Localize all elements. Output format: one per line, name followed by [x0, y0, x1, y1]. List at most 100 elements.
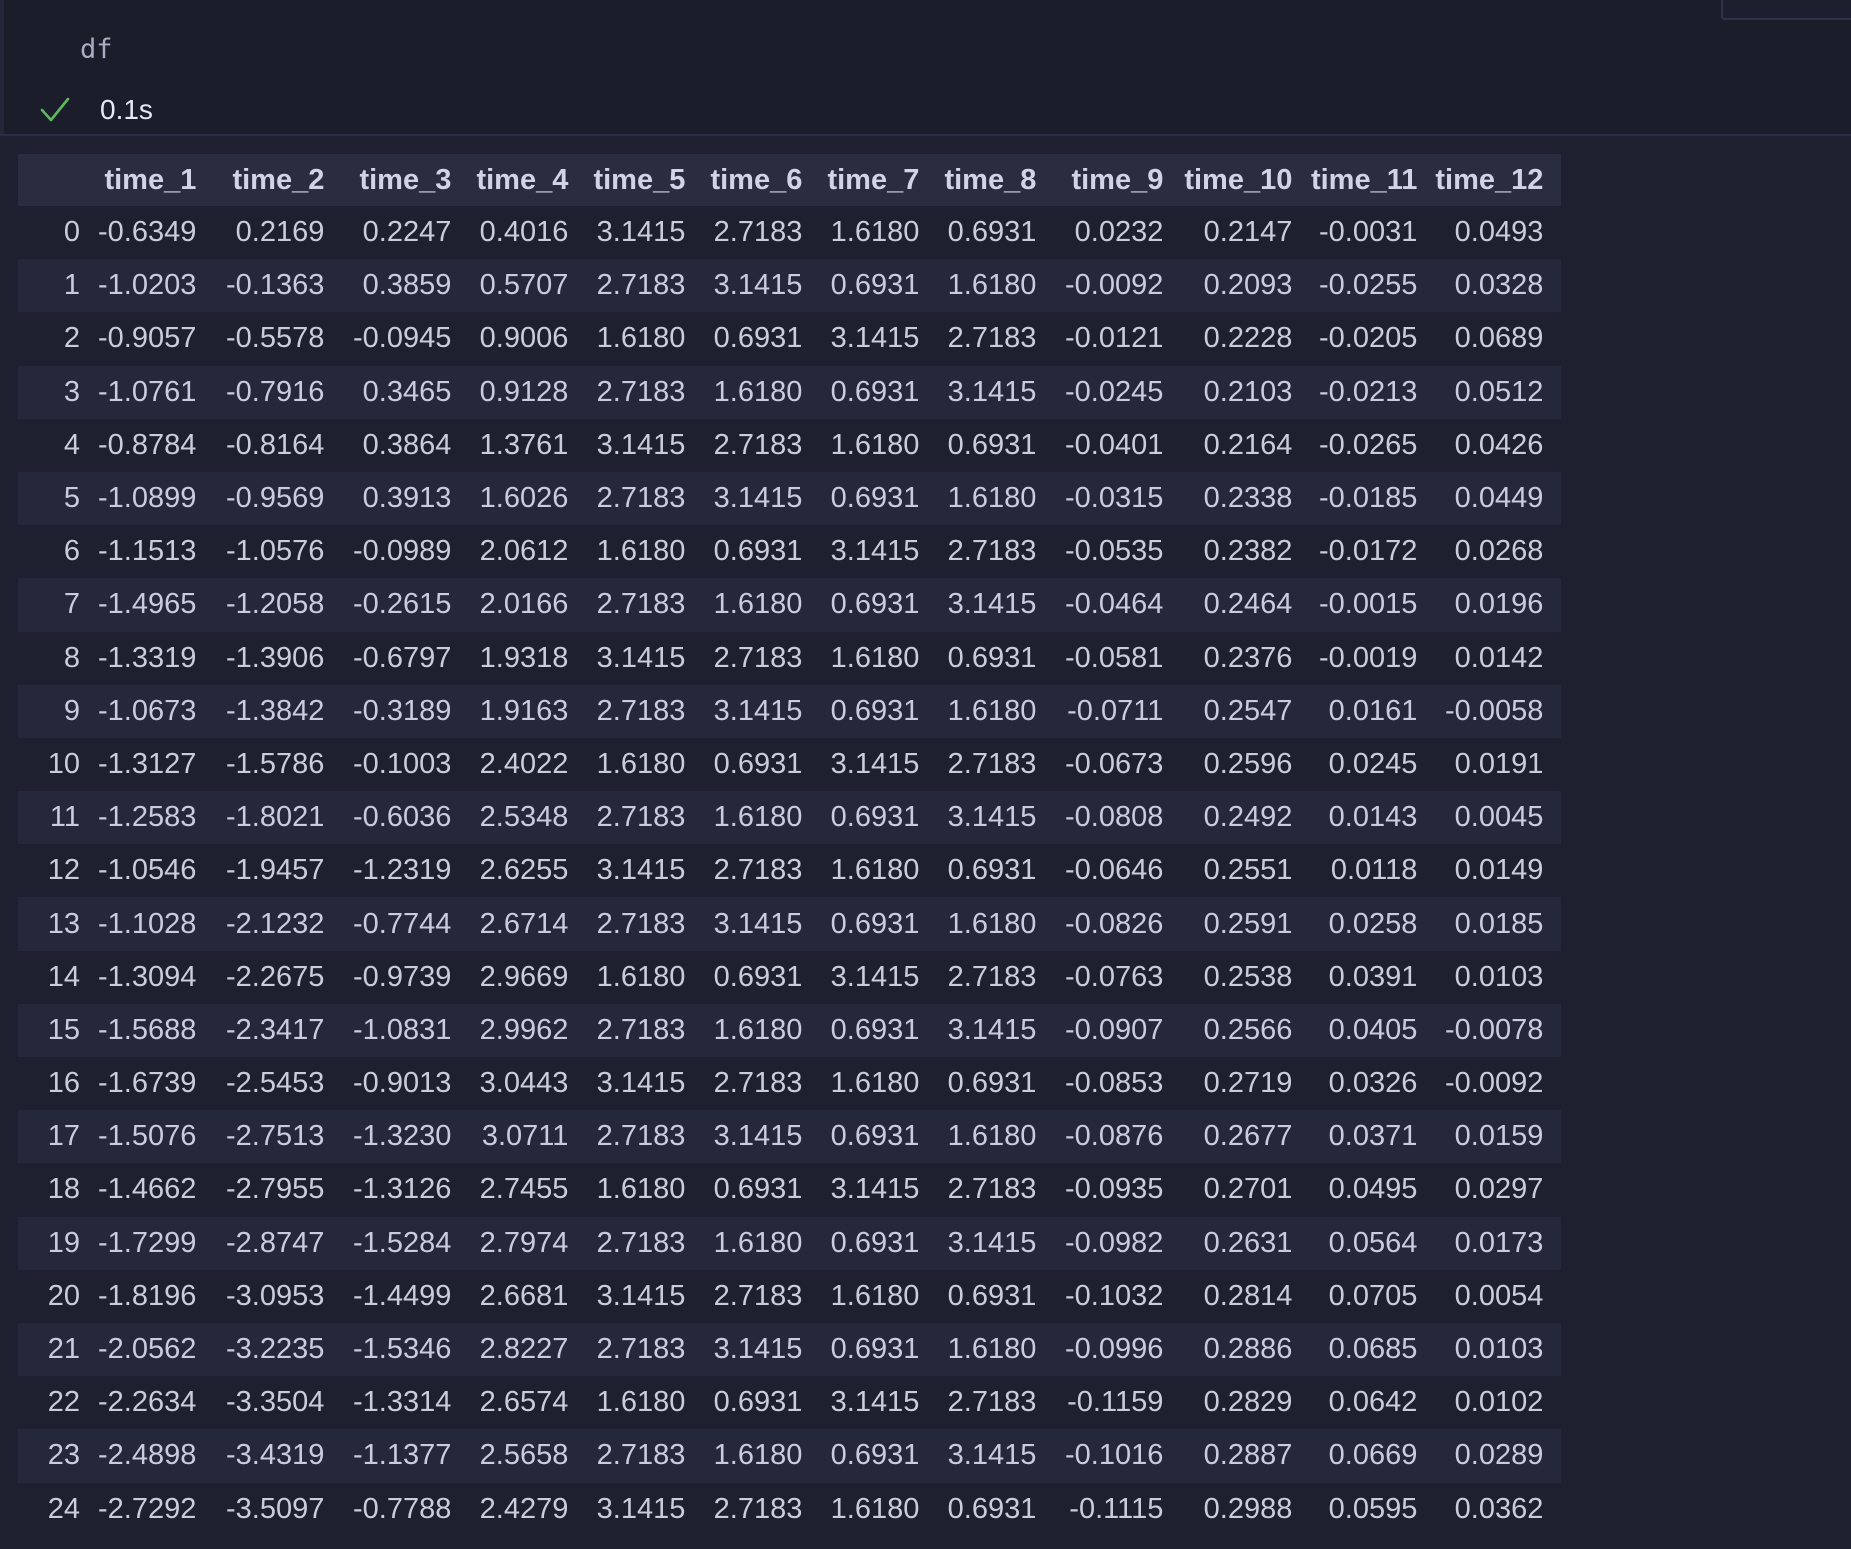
table-row: 19 -1.7299 -2.8747 -1.5284 2.7974 2.7183 1.618… — [18, 1216, 1562, 1270]
code-cell[interactable]: df 0.1s — [0, 0, 1851, 136]
table-cell: 0.6931 — [947, 1067, 1037, 1100]
table-cell: -2.3417 — [226, 1013, 325, 1046]
row-index: 8 — [63, 641, 80, 674]
column-header: time_11 — [1310, 154, 1436, 206]
table-cell: 0.0495 — [1328, 1173, 1418, 1206]
table-cell: 1.9318 — [479, 641, 569, 674]
table-row: 8 -1.3319 -1.3906 -0.6797 1.9318 3.1415 2.7183… — [18, 631, 1562, 685]
table-cell: 1.6180 — [830, 1492, 920, 1525]
table-cell: -0.0763 — [1065, 960, 1164, 993]
table-cell: -1.0831 — [353, 1013, 452, 1046]
row-index: 24 — [47, 1492, 80, 1525]
table-cell: 2.7183 — [713, 216, 803, 249]
row-index: 2 — [63, 322, 80, 355]
table-cell: -0.6349 — [98, 216, 197, 249]
table-cell: 2.7183 — [596, 1226, 686, 1259]
table-cell: 3.1415 — [596, 641, 686, 674]
table-cell: 3.0443 — [479, 1067, 569, 1100]
table-cell: 0.0159 — [1454, 1120, 1544, 1153]
table-cell: 0.6931 — [830, 269, 920, 302]
table-cell: 2.0612 — [479, 535, 569, 568]
table-cell: 0.6931 — [713, 747, 803, 780]
table-cell: -0.1363 — [226, 269, 325, 302]
table-cell: -0.0213 — [1319, 375, 1418, 408]
table-cell: 2.7183 — [713, 1279, 803, 1312]
table-cell: 0.0595 — [1328, 1492, 1418, 1525]
table-cell: 1.6180 — [713, 1439, 803, 1472]
table-cell: -1.0673 — [98, 694, 197, 727]
table-cell: -1.8021 — [226, 801, 325, 834]
table-row: 12 -1.0546 -1.9457 -1.2319 2.6255 3.1415 2.718… — [18, 844, 1562, 898]
table-cell: -0.0646 — [1065, 854, 1164, 887]
table-cell: 0.6931 — [830, 907, 920, 940]
table-cell: 3.1415 — [713, 482, 803, 515]
table-cell: -0.0853 — [1065, 1067, 1164, 1100]
table-cell: 0.3913 — [362, 482, 452, 515]
table-cell: -0.1016 — [1065, 1439, 1164, 1472]
table-row: 17 -1.5076 -2.7513 -1.3230 3.0711 2.7183 3.141… — [18, 1110, 1562, 1164]
table-cell: 0.0185 — [1454, 907, 1544, 940]
column-header: time_8 — [937, 154, 1055, 206]
table-cell: 2.4279 — [479, 1492, 569, 1525]
cell-toolbar-tab[interactable] — [1721, 0, 1851, 20]
table-cell: 0.2464 — [1203, 588, 1293, 621]
table-cell: 1.6180 — [713, 1013, 803, 1046]
table-cell: 3.1415 — [830, 1386, 920, 1419]
table-cell: 1.9163 — [479, 694, 569, 727]
table-cell: -0.9739 — [353, 960, 452, 993]
table-cell: 0.2538 — [1203, 960, 1293, 993]
table-cell: -0.3189 — [353, 694, 452, 727]
table-cell: -0.0185 — [1319, 482, 1418, 515]
table-cell: 1.6180 — [713, 1226, 803, 1259]
table-cell: -0.0015 — [1319, 588, 1418, 621]
table-row: 10 -1.3127 -1.5786 -0.1003 2.4022 1.6180 0.693… — [18, 737, 1562, 792]
table-cell: 1.6180 — [596, 322, 686, 355]
table-cell: 0.2093 — [1203, 269, 1293, 302]
table-row: 11 -1.2583 -1.8021 -0.6036 2.5348 2.7183 1.618… — [18, 791, 1562, 845]
index-header — [18, 154, 98, 206]
table-cell: 0.2886 — [1203, 1333, 1293, 1366]
row-index: 23 — [47, 1439, 80, 1472]
table-row: 20 -1.8196 -3.0953 -1.4499 2.6681 3.1415 2.718… — [18, 1269, 1562, 1323]
table-cell: 0.6931 — [947, 216, 1037, 249]
table-row: 9 -1.0673 -1.3842 -0.3189 1.9163 2.7183 3.1415… — [18, 684, 1562, 738]
table-cell: 0.2701 — [1203, 1173, 1293, 1206]
code-editor-line[interactable]: df — [80, 34, 113, 65]
table-cell: -0.1003 — [353, 747, 452, 780]
table-cell: -0.0907 — [1065, 1013, 1164, 1046]
table-cell: 0.2492 — [1203, 801, 1293, 834]
column-header: time_9 — [1054, 154, 1182, 206]
table-cell: 0.0328 — [1454, 269, 1544, 302]
table-row: 16 -1.6739 -2.5453 -0.9013 3.0443 3.1415 2.718… — [18, 1057, 1562, 1111]
table-cell: -0.7744 — [353, 907, 452, 940]
table-cell: -1.0546 — [98, 854, 197, 887]
table-cell: 0.0268 — [1454, 535, 1544, 568]
table-cell: -0.0078 — [1445, 1013, 1544, 1046]
table-header-row: time_1 time_2 time_3 time_4 time_5 time_6 time… — [18, 154, 1562, 206]
table-cell: 0.2596 — [1203, 747, 1293, 780]
table-cell: 0.2631 — [1203, 1226, 1293, 1259]
table-cell: -2.7513 — [226, 1120, 325, 1153]
table-cell: 1.6180 — [713, 801, 803, 834]
table-cell: -0.2615 — [353, 588, 452, 621]
column-header: time_2 — [214, 154, 343, 206]
table-cell: 3.1415 — [596, 1067, 686, 1100]
table-cell: 0.6931 — [947, 854, 1037, 887]
table-cell: -1.3126 — [353, 1173, 452, 1206]
table-cell: 3.1415 — [947, 375, 1037, 408]
table-cell: -0.8164 — [226, 428, 325, 461]
table-cell: 2.7183 — [596, 1439, 686, 1472]
table-cell: 0.0191 — [1454, 747, 1544, 780]
check-icon — [40, 97, 70, 122]
table-cell: 0.6931 — [830, 375, 920, 408]
table-cell: 0.4016 — [479, 216, 569, 249]
table-cell: -0.0121 — [1065, 322, 1164, 355]
table-cell: -1.5284 — [353, 1226, 452, 1259]
table-cell: 3.1415 — [947, 588, 1037, 621]
table-cell: 0.0103 — [1454, 1333, 1544, 1366]
table-row: 14 -1.3094 -2.2675 -0.9739 2.9669 1.6180 0.693… — [18, 950, 1562, 1004]
column-header: time_3 — [342, 154, 470, 206]
table-cell: 3.1415 — [596, 854, 686, 887]
table-cell: 0.2382 — [1203, 535, 1293, 568]
table-cell: 1.6180 — [830, 1067, 920, 1100]
